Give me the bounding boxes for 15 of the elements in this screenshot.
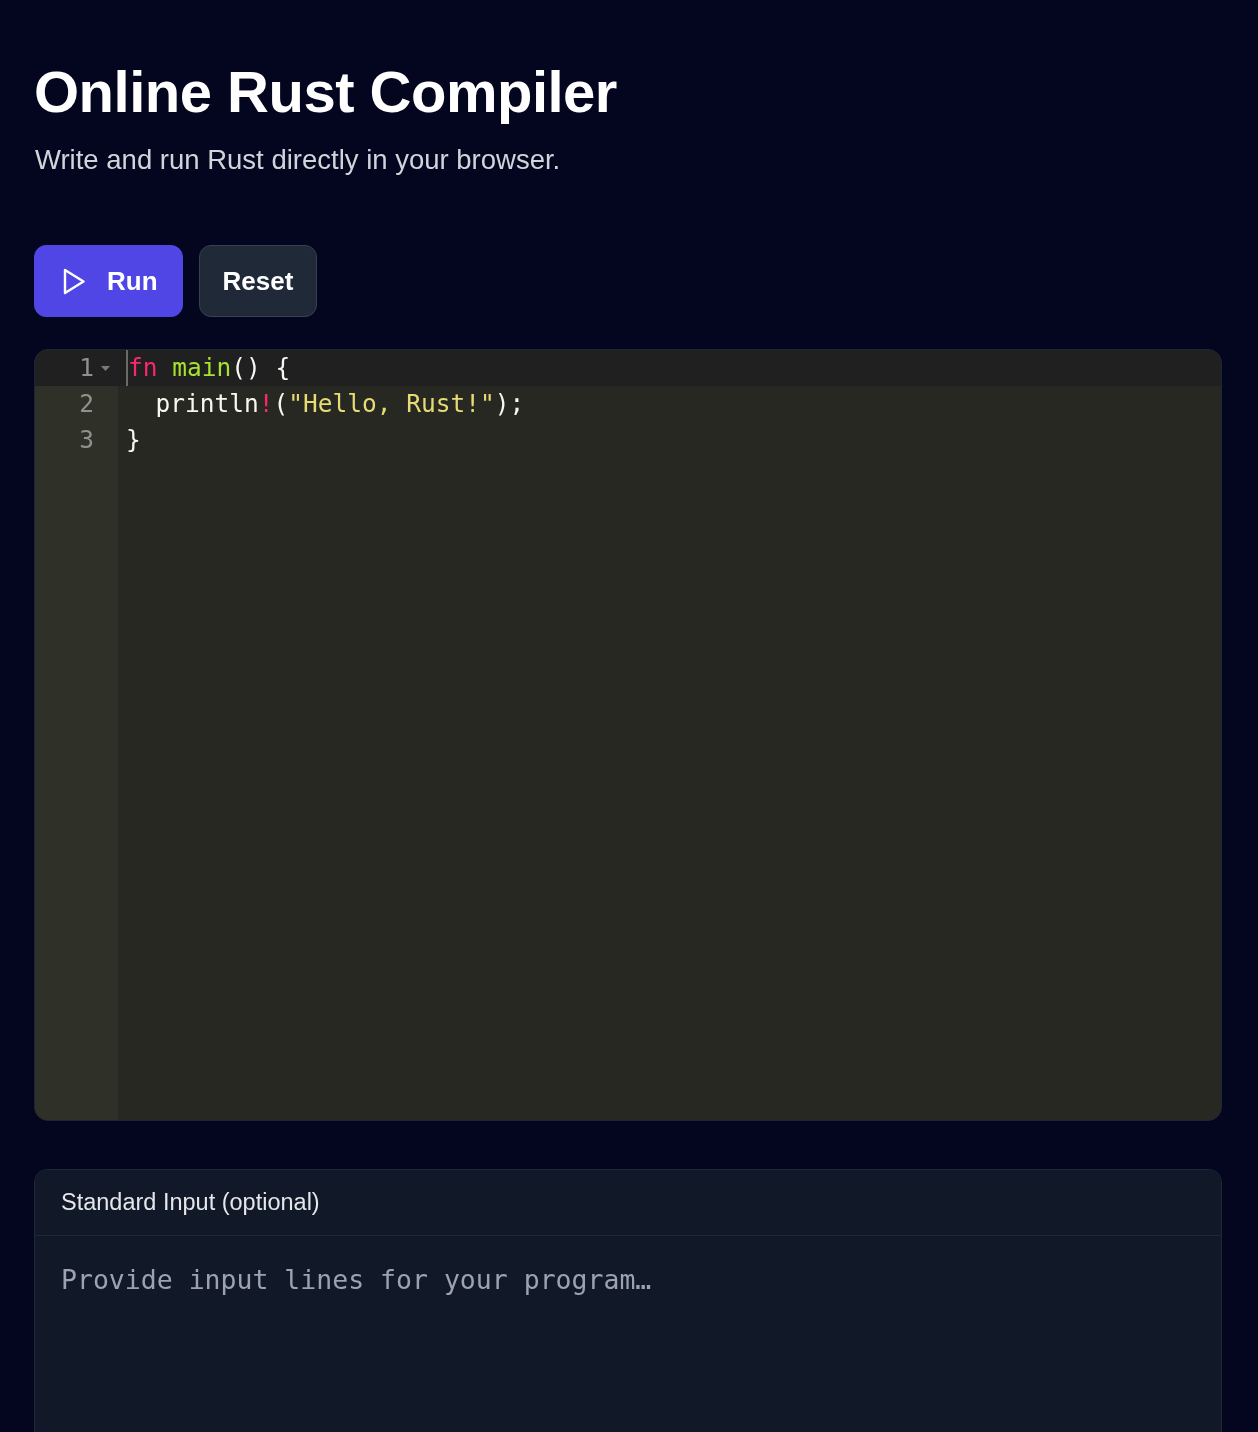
line-number: 1 — [79, 352, 94, 384]
line-number: 3 — [79, 424, 94, 456]
line-number: 2 — [79, 388, 94, 420]
reset-button[interactable]: Reset — [198, 245, 318, 317]
code-line: fn main() { — [128, 352, 291, 384]
text-cursor — [126, 350, 128, 386]
page-subtitle: Write and run Rust directly in your browser. — [35, 143, 561, 177]
page-title: Online Rust Compiler — [34, 60, 617, 124]
fold-caret-icon[interactable] — [101, 365, 110, 371]
play-icon — [63, 267, 85, 295]
code-line: } — [126, 424, 141, 456]
stdin-field[interactable]: Provide input lines for your program… — [35, 1236, 1221, 1432]
stdin-label: Standard Input (optional) — [61, 1189, 320, 1216]
run-button[interactable]: Run — [34, 245, 183, 317]
code-line: println!("Hello, Rust!"); — [154, 388, 525, 420]
